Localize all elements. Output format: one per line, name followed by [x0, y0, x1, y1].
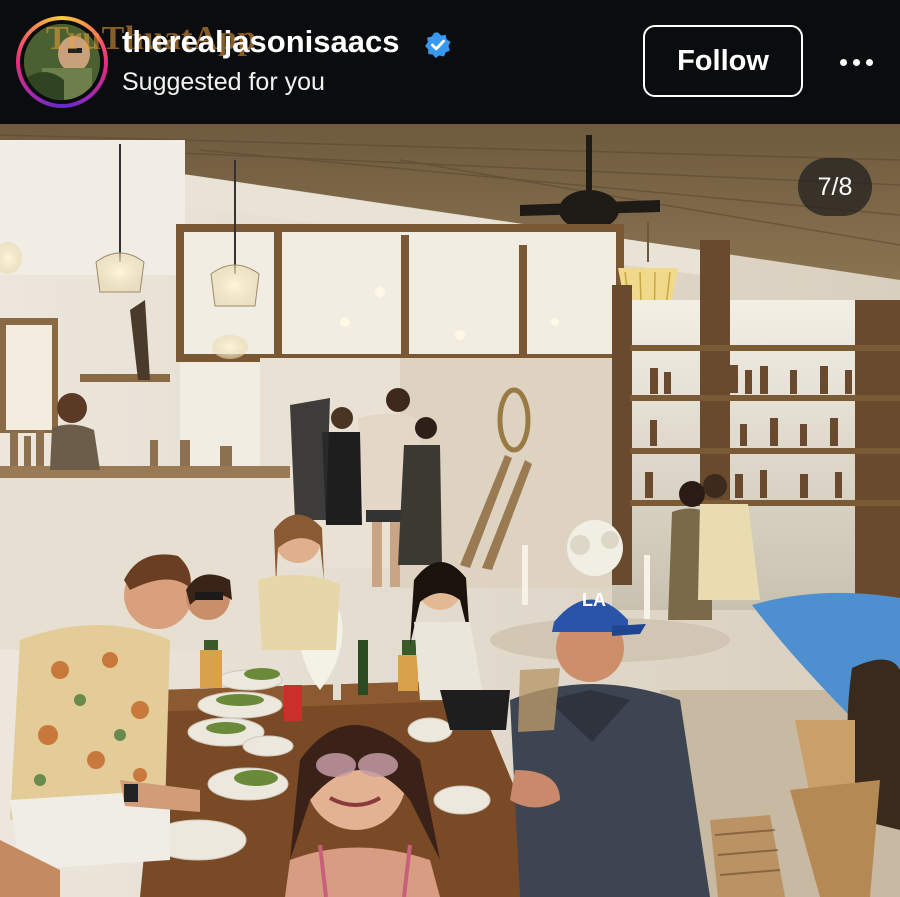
verified-badge-icon — [425, 32, 451, 58]
suggested-label: Suggested for you — [122, 68, 325, 96]
cap-logo: LA — [582, 590, 606, 610]
restaurant-group-photo: LA — [0, 124, 900, 897]
more-options-icon[interactable] — [830, 42, 882, 82]
post-photo[interactable]: LA 7/8 — [0, 124, 900, 897]
follow-button[interactable]: Follow — [643, 25, 803, 97]
username-link[interactable]: therealjasonisaacs — [122, 24, 399, 60]
post-header: TruThuatApp therealjasonisaacs Suggested… — [0, 0, 900, 124]
carousel-counter: 7/8 — [798, 158, 872, 216]
